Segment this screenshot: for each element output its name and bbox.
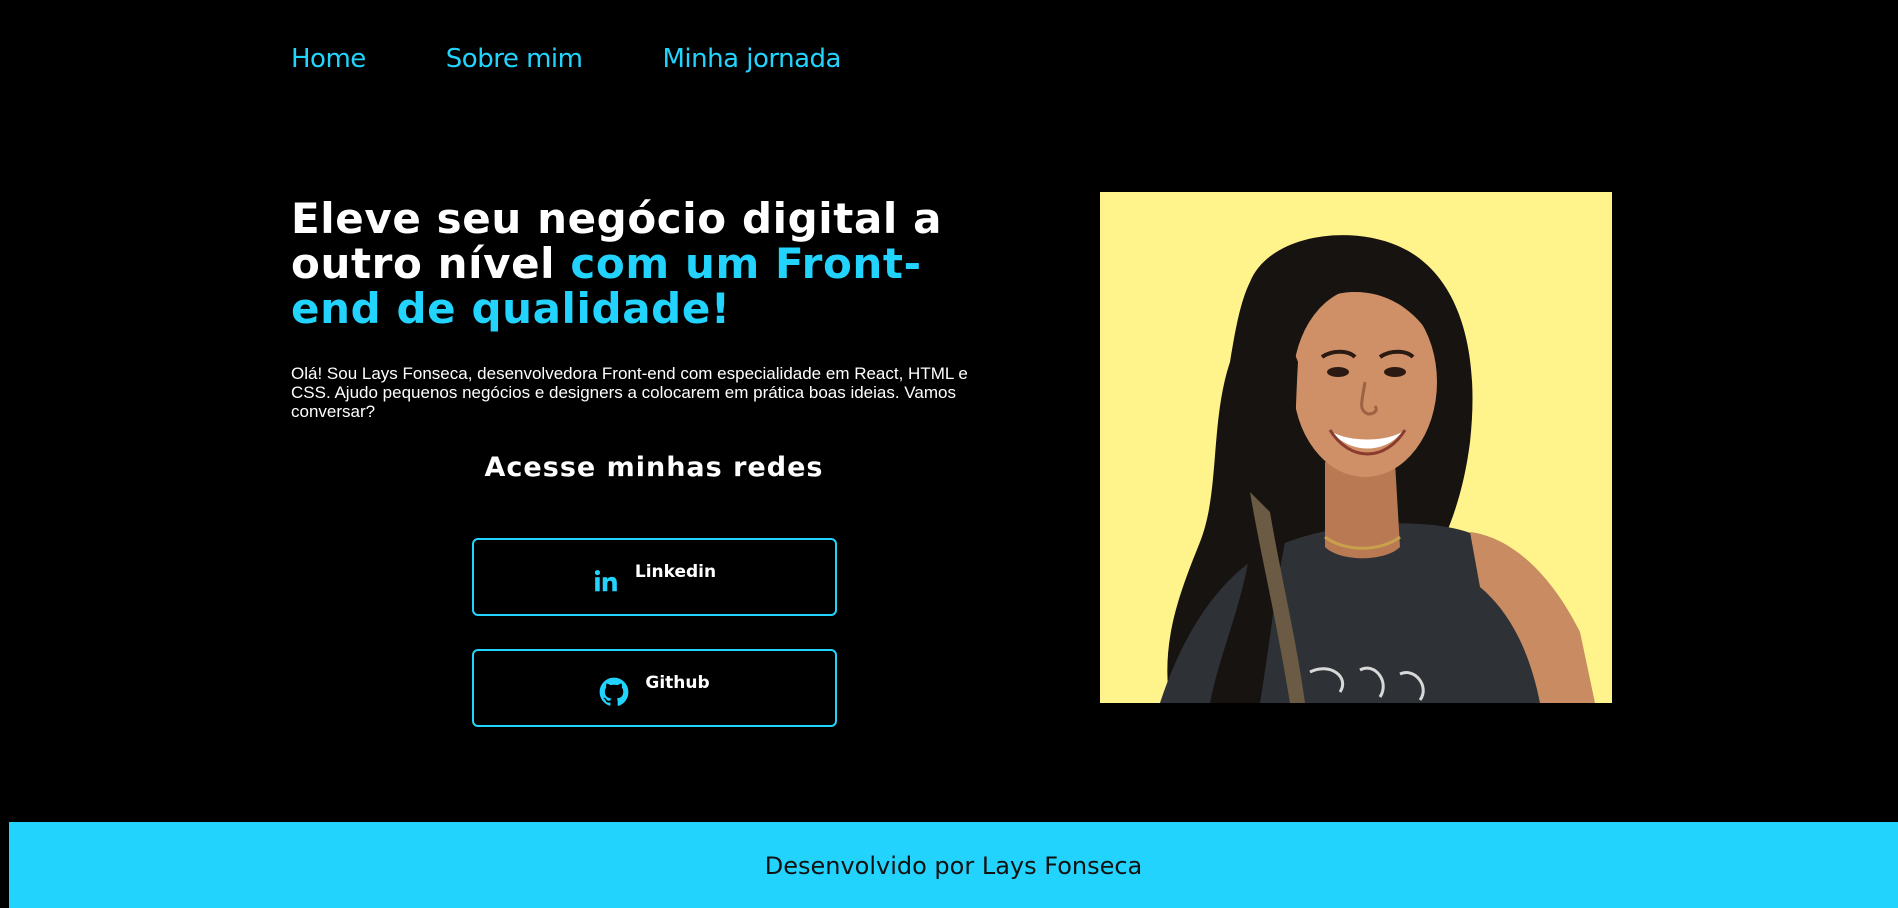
hero-section: Eleve seu negócio digital a outro nível …	[291, 196, 1011, 421]
linkedin-button-label: Linkedin	[634, 562, 717, 582]
profile-photo-illustration	[1100, 192, 1612, 703]
hero-intro: Olá! Sou Lays Fonseca, desenvolvedora Fr…	[291, 364, 968, 421]
page: Home Sobre mim Minha jornada Eleve seu n…	[0, 0, 1898, 908]
social-title: Acesse minhas redes	[484, 452, 824, 483]
github-button-label: Github	[645, 673, 710, 693]
footer: Desenvolvido por Lays Fonseca	[9, 822, 1898, 908]
github-button[interactable]: Github	[472, 649, 837, 727]
github-icon	[599, 677, 629, 707]
nav-journey-link[interactable]: Minha jornada	[662, 44, 841, 74]
nav-about-link[interactable]: Sobre mim	[446, 44, 583, 74]
footer-credit: Desenvolvido por Lays Fonseca	[764, 852, 1143, 880]
nav-home-link[interactable]: Home	[291, 44, 366, 74]
linkedin-icon	[593, 568, 619, 594]
hero-headline: Eleve seu negócio digital a outro nível …	[291, 196, 1011, 331]
linkedin-button[interactable]: Linkedin	[472, 538, 837, 616]
top-nav: Home Sobre mim Minha jornada	[291, 44, 921, 74]
profile-photo	[1100, 192, 1612, 703]
